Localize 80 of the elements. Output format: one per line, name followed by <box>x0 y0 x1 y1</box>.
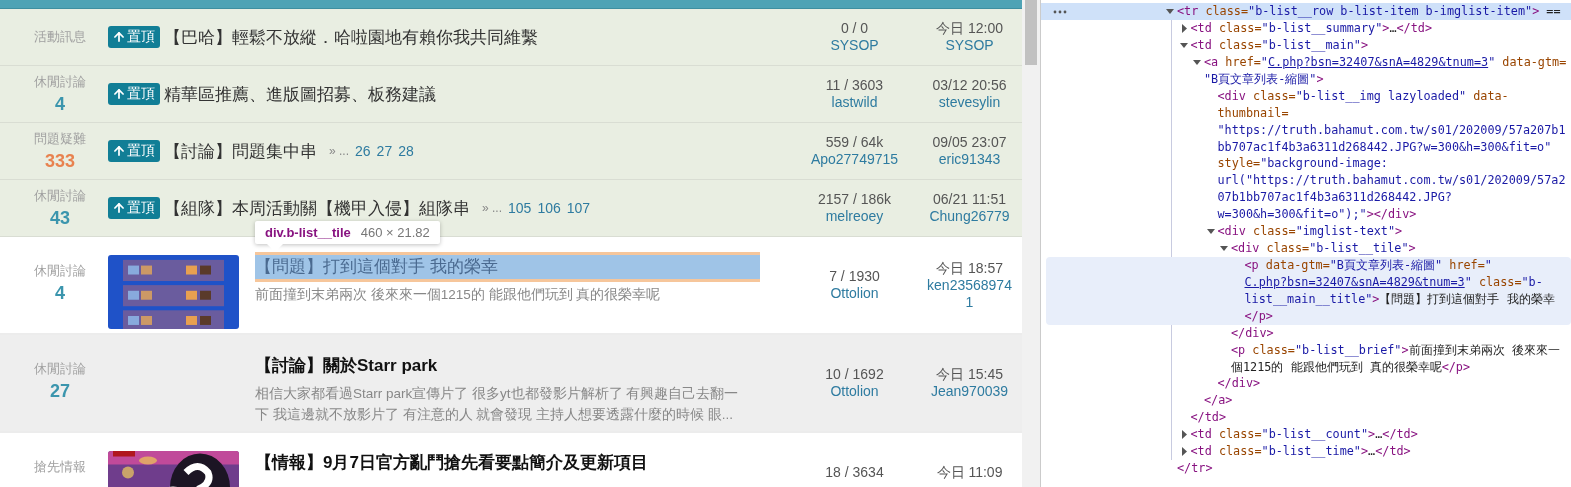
reply-count: 4 <box>55 93 65 115</box>
page-link[interactable]: 107 <box>566 200 591 216</box>
element-tag: <td class="b-list__summary">…</td> <box>1190 20 1432 37</box>
reply-stats: 7 / 1930 <box>829 268 880 285</box>
last-author-link[interactable]: ken235689741 <box>925 276 1014 311</box>
reply-count: 333 <box>44 150 75 172</box>
topic-title[interactable]: 【組隊】本周活動關【機甲入侵】組隊串 <box>164 196 470 220</box>
page-link[interactable]: 106 <box>537 200 561 216</box>
tooltip-selector: div.b-list__tile <box>265 224 351 240</box>
element-tag: <div class="imglist-text"> <box>1217 223 1403 241</box>
element-tag: <td class="b-list__main"> <box>1190 37 1369 54</box>
author-link[interactable]: lastwild <box>810 94 899 111</box>
author-link[interactable]: Ottolion <box>810 285 899 302</box>
page-link[interactable]: 105 <box>508 200 532 216</box>
category-label: 搶先情報 <box>34 459 86 476</box>
tooltip-size: 460 × 21.82 <box>360 224 430 240</box>
last-author-link[interactable]: stevesylin <box>925 94 1014 111</box>
last-reply-time: 今日 11:09 <box>936 464 1003 481</box>
author-link[interactable]: SYSOP <box>810 37 899 54</box>
closing-tag: </td> <box>1190 409 1226 427</box>
last-author-link[interactable]: Chung26779 <box>925 208 1014 225</box>
scrollbar[interactable] <box>1022 0 1040 487</box>
last-reply-time: 今日 15:45 <box>936 366 1003 383</box>
reply-count: 4 <box>55 283 65 304</box>
closing-tag: </div> <box>1217 375 1261 393</box>
reply-stats: 18 / 3634 <box>825 464 884 481</box>
author-link[interactable]: melreoey <box>810 208 899 225</box>
last-reply-time: 03/12 20:56 <box>932 77 1007 94</box>
element-tag: <td class="b-list__count">…</td> <box>1190 426 1418 444</box>
last-author-link[interactable]: eric91343 <box>925 151 1014 168</box>
topic-title[interactable]: 精華區推薦、進版圖招募、板務建議 <box>164 82 436 106</box>
reply-count: 27 <box>50 381 70 402</box>
pinned-badge: 置頂 <box>108 197 160 219</box>
page-link[interactable]: 27 <box>376 143 393 159</box>
category-label: 休閒討論 <box>34 361 86 378</box>
last-author-link[interactable]: SYSOP <box>925 37 1014 54</box>
category-label: 休閒討論 <box>34 187 86 205</box>
reply-stats: 11 / 3603 <box>825 77 884 94</box>
href-link[interactable]: C.php?bsn=32407&snA=4829&tnum=3 <box>1267 55 1489 69</box>
element-tag: <p class="b-list__brief">前面撞到末弟兩次 後來來一個1215的 能跟他們玩到 真的很榮幸呢</p> <box>1231 341 1571 376</box>
category-label: 問題疑難 <box>34 130 86 148</box>
element-tag: <td class="b-list__time">…</td> <box>1190 443 1411 461</box>
pinned-badge: 置頂 <box>108 83 160 105</box>
element-tag: <div class="b-list__tile"> <box>1231 240 1416 258</box>
last-reply-time: 今日 18:57 <box>936 259 1003 277</box>
category-label: 活動訊息 <box>34 28 86 46</box>
href-link[interactable]: C.php?bsn=32407&snA=4829&tnum=3 <box>1244 274 1465 289</box>
element-tag: <div class="b-list__img lazyloaded" data-thumbnail= "https://truth.bahamut.com.tw/s01/202009/57a207b1bb707ac1f4b3a6311d268442.JPG?w=300&h=300&fit=o" style="background-image: url("https://truth.bahamut.com.tw/s01/202009/57a207b1bb707ac1f4b3a6311d268442.JPG?w=300&h=300&fit=o");"></div> <box>1217 87 1571 224</box>
last-reply-time: 06/21 11:51 <box>933 191 1006 208</box>
category-label: 休閒討論 <box>34 263 86 280</box>
reply-stats: 0 / 0 <box>840 20 869 37</box>
last-reply-time: 09/05 23:07 <box>932 134 1007 151</box>
closing-tag: </a> <box>1204 392 1233 410</box>
scroll-thumb[interactable] <box>1025 0 1037 65</box>
topic-title[interactable]: 【問題】打到這個對手 我的榮幸 <box>255 251 760 282</box>
page-link[interactable]: 26 <box>355 143 371 159</box>
topic-title[interactable]: 【巴哈】輕鬆不放縱．哈啦園地有賴你我共同維繫 <box>164 25 538 49</box>
author-link[interactable]: Apo27749715 <box>810 151 899 168</box>
last-reply-time: 今日 12:00 <box>936 20 1003 37</box>
topic-title[interactable]: 【討論】問題集中串 <box>164 139 317 163</box>
element-tag: <a href="C.php?bsn=32407&snA=4829&tnum=3" data-gtm= "B頁文章列表-縮圖"> <box>1204 54 1571 88</box>
closing-tag: </div> <box>1231 324 1274 342</box>
reply-stats: 559 / 64k <box>825 134 884 151</box>
topic-brief: 前面撞到末弟兩次 後來來一個1215的 能跟他們玩到 真的很榮幸呢 <box>255 285 662 304</box>
pinned-badge: 置頂 <box>108 26 160 48</box>
pinned-badge: 置頂 <box>108 140 160 162</box>
page-link[interactable]: 28 <box>398 143 414 159</box>
topic-title[interactable]: 【討論】關於Starr park <box>255 351 760 381</box>
page-ellipsis: » ... <box>482 201 502 215</box>
reply-count: 43 <box>50 207 70 229</box>
last-author-link[interactable]: Jean970039 <box>925 383 1014 400</box>
reply-stats: 10 / 1692 <box>825 366 884 383</box>
more-icon[interactable] <box>1053 10 1067 14</box>
category-label: 休閒討論 <box>34 73 86 91</box>
topic-brief: 相信大家都看過Starr park宣傳片了 很多yt也都發影片解析了 有興趣自己去翻一下 我這邊就不放影片了 有注意的人 就會發現 主持人想要透露什麼的時候 眼... <box>255 385 740 424</box>
author-link[interactable]: Ottolion <box>810 383 899 400</box>
page-ellipsis: » ... <box>329 144 349 158</box>
topic-title[interactable]: 【情報】9月7日官方亂鬥搶先看要點簡介及更新項目 <box>255 447 760 478</box>
reply-stats: 2157 / 186k <box>817 191 892 208</box>
closing-tag: </tr> <box>1177 460 1213 478</box>
